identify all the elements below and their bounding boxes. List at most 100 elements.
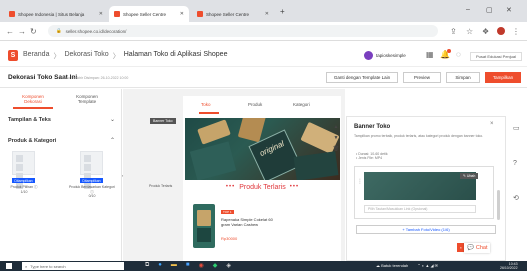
taskbar-apps: ⧉ ● ▬ ■ ◉ ◆ ◈: [145, 262, 231, 269]
chat-side-icon[interactable]: ▭: [513, 124, 520, 132]
section-title-text: Produk Terlaris: [239, 183, 286, 191]
decor-dots-icon: •••: [289, 184, 300, 190]
bookmark-star-icon[interactable]: ☆: [466, 27, 473, 36]
rank-badge: TOP 1: [221, 210, 234, 214]
banner-image[interactable]: original: [185, 118, 340, 180]
product-pack: [189, 141, 237, 180]
status-badge: Ditampilkan: [12, 178, 35, 183]
spec-filetype: • Jenis File: MP4: [356, 156, 383, 161]
component-produk-kategori[interactable]: [80, 151, 103, 189]
tab-komponen-template[interactable]: Komponen Template: [68, 94, 106, 104]
new-tab-button[interactable]: +: [280, 7, 285, 16]
app-icon[interactable]: ◆: [213, 262, 218, 269]
shopee-favicon-icon: [197, 11, 203, 17]
minimize-button[interactable]: –: [466, 6, 470, 13]
section-tampilan-teks[interactable]: Tampilan & Teks: [8, 117, 51, 123]
help-circle-icon[interactable]: ?: [513, 160, 517, 167]
publish-button[interactable]: Tampilkan: [485, 72, 521, 83]
url-input[interactable]: 🔒 seller.shopee.co.id/decoration/: [48, 25, 438, 37]
chat-icon: 💬: [467, 245, 474, 251]
app-icon-2[interactable]: ◈: [226, 262, 231, 269]
search-icon: ⌕: [25, 263, 28, 269]
canvas-label-produk-terlaris: Produk Terlaris: [149, 184, 173, 188]
status-badge: Ditampilkan: [80, 178, 103, 183]
chrome-icon[interactable]: ◉: [199, 262, 204, 269]
delete-icon[interactable]: 🗑: [333, 146, 339, 152]
chevron-up-icon[interactable]: ⌃: [110, 137, 115, 144]
user-avatar[interactable]: [364, 51, 373, 60]
product-image[interactable]: [193, 204, 215, 248]
product-name[interactable]: Rapenaka Simple Cokelat 60 gram Varian C…: [221, 217, 281, 227]
section-title: ••• Produk Terlaris •••: [185, 180, 340, 194]
chat-button[interactable]: 💬 Chat: [464, 243, 491, 253]
shopee-favicon-icon: [114, 11, 120, 17]
file-explorer-icon[interactable]: ▬: [171, 262, 177, 269]
browser-tab-2[interactable]: Shopee Seller Centre ✕: [109, 6, 189, 22]
panel-description: Tampilkan promo terbaik, produk terlaris…: [354, 134, 484, 138]
add-media-button[interactable]: + Tambah Foto/Video (1/6): [356, 225, 496, 234]
component-label: Produk Pilihan ⓘ 1/10: [10, 185, 38, 194]
product-price: Rp30000: [221, 236, 238, 241]
chevron-down-icon[interactable]: ⌄: [110, 116, 115, 123]
close-tab-icon[interactable]: ✕: [99, 11, 103, 17]
link-select[interactable]: Pilih Tautan/Masukkan Link (Opsional): [364, 205, 476, 213]
url-text: seller.shopee.co.id/decoration/: [65, 28, 127, 34]
active-tab-indicator: [13, 107, 53, 109]
user-name[interactable]: tapioskesimple: [376, 53, 406, 58]
close-icon[interactable]: ×: [490, 121, 494, 127]
forward-icon[interactable]: →: [18, 27, 26, 36]
apps-grid-icon[interactable]: ▦: [426, 50, 434, 59]
breadcrumb: Beranda 〉 Dekorasi Toko 〉 Halaman Toko d…: [23, 51, 227, 61]
preview-button[interactable]: Preview: [403, 72, 441, 83]
browser-tab-1[interactable]: Shopee Indonesia | Situs Belanja ✕: [4, 6, 108, 22]
reload-icon[interactable]: ↻: [30, 27, 37, 36]
change-media-button[interactable]: ✎ Ubah: [460, 173, 479, 179]
shopee-favicon-icon: [9, 11, 15, 17]
taskbar-clock[interactable]: 10:43 26/10/2022: [500, 262, 518, 270]
task-view-icon[interactable]: ⧉: [145, 262, 149, 269]
close-tab-icon[interactable]: ✕: [180, 11, 184, 17]
banner-tools: ▲ ▼ 🗑: [330, 124, 342, 152]
change-template-button[interactable]: Ganti dengan Template Lain: [326, 72, 398, 83]
pencil-icon: ✎: [463, 174, 466, 178]
help-icon[interactable]: ◌: [456, 50, 461, 59]
profile-avatar-icon[interactable]: [497, 27, 505, 35]
taskbar-search-input[interactable]: ⌕ Type here to search: [22, 262, 124, 270]
preview-tab-produk[interactable]: Produk: [248, 102, 262, 107]
lock-icon: 🔒: [56, 28, 62, 33]
seller-education-button[interactable]: Pusat Edukasi Penjual: [470, 52, 522, 61]
system-tray[interactable]: ☁ Batuk terendah ⌃ ◐ ▲ ◢ ✉: [376, 263, 438, 268]
sync-icon[interactable]: ⟲: [513, 194, 519, 202]
maximize-button[interactable]: ▢: [486, 6, 493, 14]
section-produk-kategori[interactable]: Produk & Kategori: [8, 138, 56, 144]
tab-komponen-dekorasi[interactable]: Komponen Dekorasi: [14, 94, 52, 104]
browser-tab-label: Shopee Seller Centre: [123, 11, 167, 17]
preview-tab-kategori[interactable]: Kategori: [293, 102, 310, 107]
breadcrumb-separator: 〉: [112, 53, 120, 60]
breadcrumb-dekorasi[interactable]: Dekorasi Toko: [64, 51, 108, 61]
store-icon[interactable]: ■: [186, 262, 190, 269]
extensions-icon[interactable]: ❖: [482, 27, 489, 36]
preview-tab-toko[interactable]: Toko: [201, 102, 211, 107]
close-tab-icon[interactable]: ✕: [265, 11, 269, 17]
close-window-button[interactable]: ✕: [506, 6, 512, 14]
move-down-icon[interactable]: ▼: [334, 135, 339, 141]
weather-icon: ☁: [376, 263, 380, 268]
browser-tab-3[interactable]: Shopee Seller Centre ✕: [192, 6, 274, 22]
panel-scrollbar[interactable]: [497, 190, 500, 220]
chat-label: Chat: [475, 245, 488, 251]
save-button[interactable]: Simpan: [446, 72, 480, 83]
spec-list: • Durasi: 10-60 detik • Jenis File: MP4: [356, 152, 388, 161]
breadcrumb-home[interactable]: Beranda: [23, 51, 49, 61]
back-icon[interactable]: ←: [6, 27, 14, 36]
browser-menu-icon[interactable]: ⋮: [512, 27, 520, 36]
windows-start-icon[interactable]: [6, 263, 12, 269]
canvas-label-banner: Banner Toko: [150, 118, 176, 124]
edge-icon[interactable]: ●: [158, 262, 162, 269]
decor-dots-icon: •••: [225, 184, 236, 190]
move-up-icon[interactable]: ▲: [334, 124, 339, 130]
shopee-logo-icon[interactable]: S: [8, 50, 18, 61]
share-icon[interactable]: ⇪: [450, 27, 457, 36]
component-produk-pilihan[interactable]: [12, 151, 35, 189]
component-label: Produk Berdasarkan Kategori ⓘ 0/10: [69, 185, 115, 198]
